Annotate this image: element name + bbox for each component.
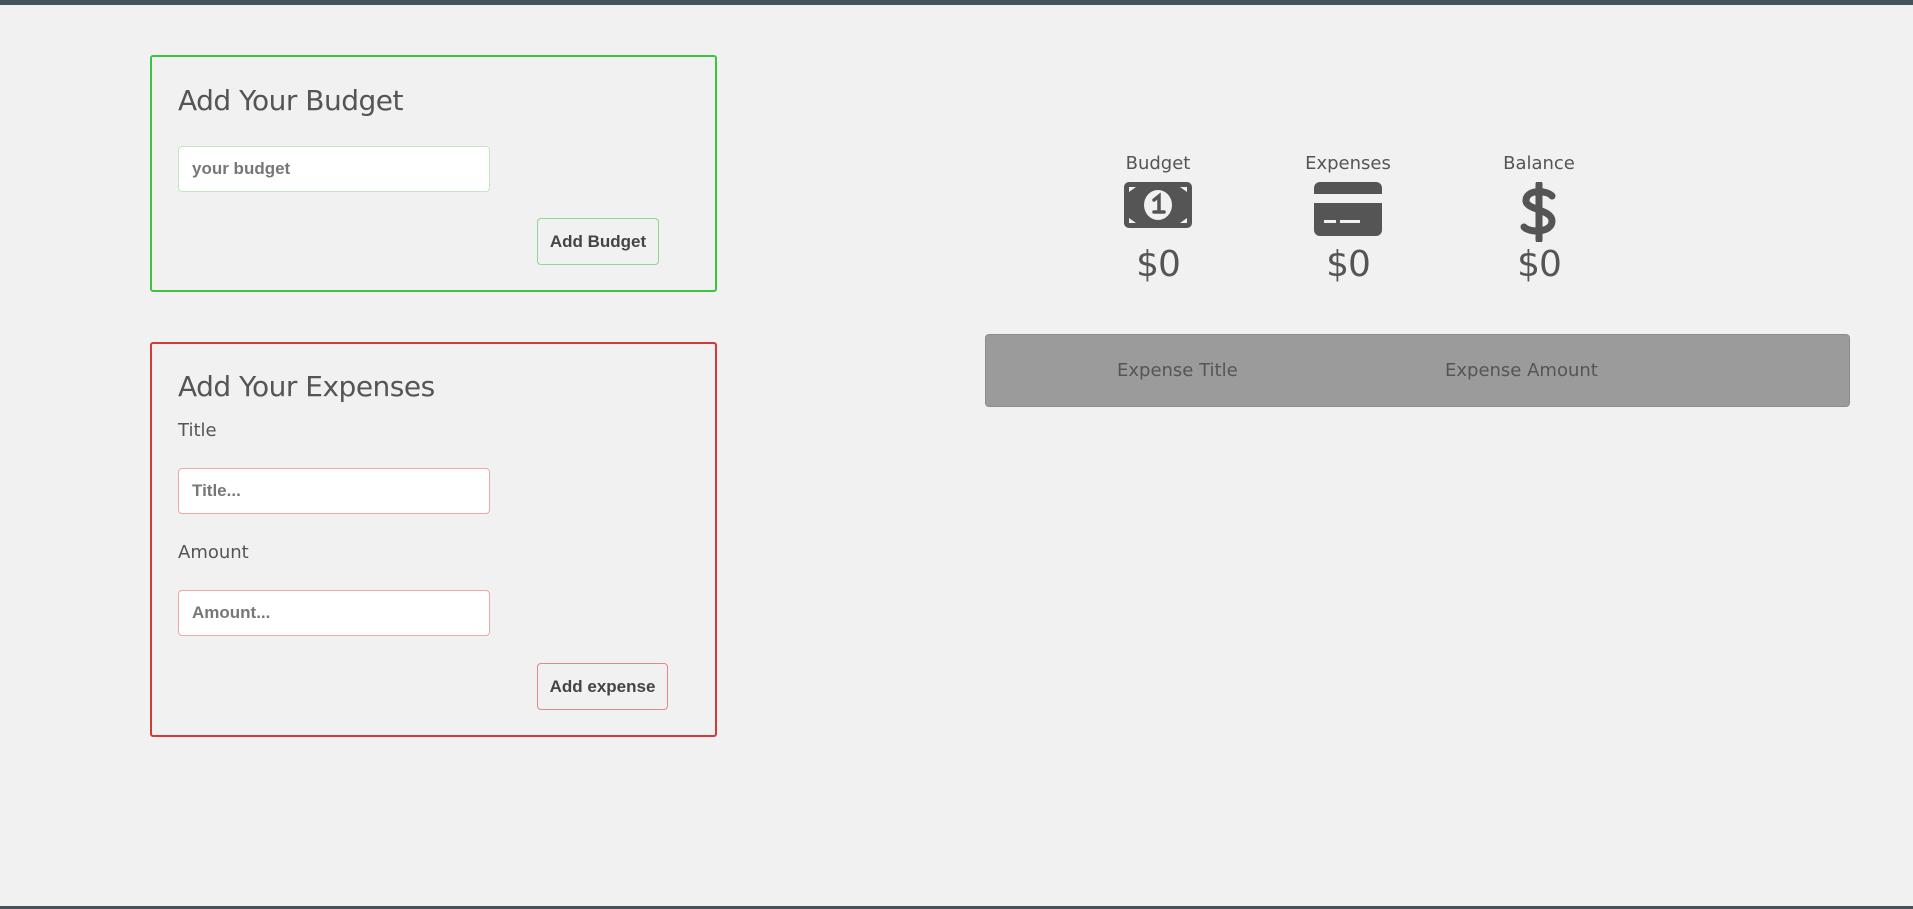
expenses-stat-value: $0 xyxy=(1326,244,1371,285)
budget-stat: Budget $0 xyxy=(1078,152,1238,285)
budget-stat-label: Budget xyxy=(1125,153,1191,174)
balance-stat-label: Balance xyxy=(1503,153,1575,174)
expense-title-input[interactable] xyxy=(178,468,490,514)
budget-form-title: Add Your Budget xyxy=(178,84,404,117)
add-expense-button[interactable]: Add expense xyxy=(537,663,668,710)
expense-form-title: Add Your Expenses xyxy=(178,370,435,403)
expense-amount-column-header: Expense Amount xyxy=(1445,360,1598,381)
add-budget-button[interactable]: Add Budget xyxy=(537,218,659,265)
money-bill-icon xyxy=(1078,182,1238,238)
top-frame-bar xyxy=(0,0,1913,5)
budget-stat-value: $0 xyxy=(1136,244,1181,285)
balance-stat: Balance $0 xyxy=(1459,152,1619,285)
expenses-stat-label: Expenses xyxy=(1305,153,1391,174)
expense-title-label: Title xyxy=(178,420,217,441)
dollar-sign-icon xyxy=(1459,182,1619,242)
balance-stat-value: $0 xyxy=(1517,244,1562,285)
expense-form-card: Add Your Expenses Title Amount Add expen… xyxy=(150,342,717,737)
expense-amount-input[interactable] xyxy=(178,590,490,636)
budget-form-card: Add Your Budget Add Budget xyxy=(150,55,717,292)
expense-title-column-header: Expense Title xyxy=(1117,360,1238,381)
expense-table-header: Expense Title Expense Amount xyxy=(985,334,1850,407)
expense-amount-label: Amount xyxy=(178,542,249,563)
budget-input[interactable] xyxy=(178,146,490,192)
expenses-stat: Expenses $0 xyxy=(1268,152,1428,285)
credit-card-icon xyxy=(1268,182,1428,238)
